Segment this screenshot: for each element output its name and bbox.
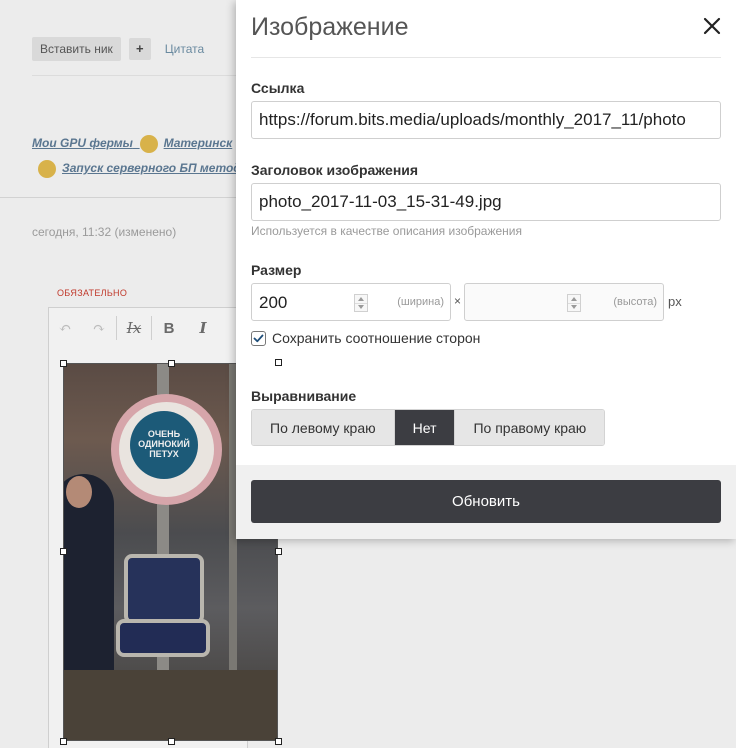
- align-left-button[interactable]: По левому краю: [252, 410, 394, 445]
- resize-handle[interactable]: [60, 360, 67, 367]
- resize-handle[interactable]: [168, 360, 175, 367]
- resize-handle[interactable]: [275, 738, 282, 745]
- align-none-button[interactable]: Нет: [393, 410, 455, 445]
- width-suffix: (ширина): [397, 296, 444, 308]
- width-stepper[interactable]: [354, 294, 368, 312]
- photo-seat-back: [124, 554, 204, 624]
- resize-handle[interactable]: [60, 738, 67, 745]
- keep-ratio-checkbox[interactable]: [251, 330, 266, 346]
- alignment-button-group: По левому краю Нет По правому краю: [251, 409, 606, 446]
- post-toolbar: Вставить ник + Цитата: [32, 37, 204, 61]
- signature-link-server-psu[interactable]: Запуск серверного БП метод: [62, 161, 241, 175]
- caption-input[interactable]: photo_2017-11-03_15-31-49.jpg: [251, 183, 721, 221]
- post-date: сегодня, 11:32 (изменено): [32, 225, 177, 239]
- add-button[interactable]: +: [128, 38, 151, 60]
- smiley-icon: [139, 135, 158, 153]
- close-icon: [703, 17, 721, 35]
- photo-poster-text: ОЧЕНЬ ОДИНОКИЙ ПЕТУХ: [130, 411, 198, 479]
- update-button[interactable]: Обновить: [251, 480, 721, 523]
- height-input[interactable]: (высота): [464, 283, 664, 321]
- image-dialog: Изображение Ссылка https://forum.bits.me…: [236, 0, 736, 539]
- link-label: Ссылка: [251, 80, 305, 96]
- times-sign: ×: [454, 294, 462, 308]
- resize-handle[interactable]: [275, 548, 282, 555]
- align-right-button[interactable]: По правому краю: [454, 410, 605, 445]
- close-button[interactable]: [701, 15, 723, 37]
- insert-nick-button[interactable]: Вставить ник: [32, 37, 121, 61]
- editor-toolbar: ↶ ↷ Ix B I: [48, 308, 220, 348]
- keep-ratio-row[interactable]: Сохранить соотношение сторон: [251, 330, 480, 346]
- resize-handle[interactable]: [168, 738, 175, 745]
- caption-label: Заголовок изображения: [251, 162, 419, 178]
- dialog-title: Изображение: [251, 13, 409, 41]
- clear-format-icon[interactable]: Ix: [117, 319, 151, 337]
- link-input[interactable]: https://forum.bits.media/uploads/monthly…: [251, 101, 721, 139]
- photo-floor: [64, 670, 277, 740]
- resize-handle[interactable]: [275, 359, 282, 366]
- size-label: Размер: [251, 262, 302, 278]
- height-stepper[interactable]: [567, 294, 581, 312]
- caption-hint: Используется в качестве описания изображ…: [251, 224, 522, 238]
- photo-person-head: [66, 476, 92, 508]
- required-label: ОБЯЗАТЕЛЬНО: [57, 288, 128, 298]
- resize-handle[interactable]: [60, 548, 67, 555]
- redo-icon[interactable]: ↷: [82, 319, 116, 337]
- signature-line: Запуск серверного БП метод: [38, 160, 241, 178]
- width-value: 200: [259, 293, 288, 312]
- italic-button[interactable]: I: [186, 319, 220, 337]
- smiley-icon: [38, 160, 56, 178]
- height-suffix: (высота): [613, 296, 657, 308]
- photo-seat: [116, 619, 210, 657]
- quote-link[interactable]: Цитата: [165, 42, 204, 56]
- undo-icon[interactable]: ↶: [48, 319, 82, 337]
- signature-link-motherboard[interactable]: Материнск: [164, 136, 233, 150]
- dialog-footer: Обновить: [236, 465, 736, 539]
- keep-ratio-label: Сохранить соотношение сторон: [272, 330, 481, 346]
- unit-label: px: [668, 294, 682, 309]
- bold-button[interactable]: B: [152, 320, 186, 337]
- alignment-label: Выравнивание: [251, 388, 357, 404]
- checkmark-icon: [253, 334, 264, 342]
- signature-link-gpu-farms[interactable]: Мои GPU фермы: [32, 136, 133, 150]
- signature-line: Мои GPU фермы Материнск: [32, 135, 232, 153]
- dialog-header-divider: [251, 57, 721, 58]
- dialog-header: Изображение: [236, 0, 736, 58]
- width-input[interactable]: 200 (ширина): [251, 283, 451, 321]
